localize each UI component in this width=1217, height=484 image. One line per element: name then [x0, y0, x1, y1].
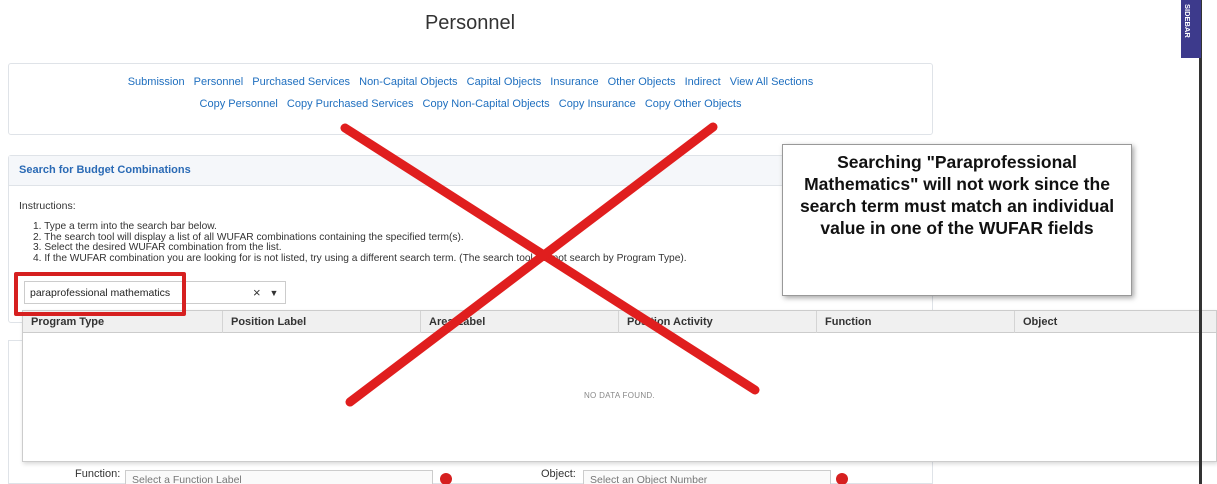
sidebar-tab-label[interactable]: SIDEBAR [1183, 4, 1192, 38]
section-nav-row-2: Copy Personnel Copy Purchased Services C… [9, 98, 932, 110]
nav-link-copy-personnel[interactable]: Copy Personnel [200, 98, 278, 110]
nav-link-indirect[interactable]: Indirect [685, 76, 721, 88]
no-data-message: NO DATA FOUND. [583, 391, 656, 400]
nav-link-copy-non-capital-objects[interactable]: Copy Non-Capital Objects [423, 98, 550, 110]
column-header-object[interactable]: Object [1015, 311, 1217, 333]
section-nav-panel: Submission Personnel Purchased Services … [8, 63, 933, 135]
object-select[interactable]: Select an Object Number [583, 470, 831, 484]
instructions-label: Instructions: [19, 200, 76, 212]
nav-link-purchased-services[interactable]: Purchased Services [252, 76, 350, 88]
nav-link-submission[interactable]: Submission [128, 76, 185, 88]
clear-icon[interactable]: × [253, 285, 261, 300]
section-nav-row-1: Submission Personnel Purchased Services … [9, 76, 932, 88]
dropdown-arrow-icon[interactable]: ▼ [263, 283, 285, 303]
nav-link-capital-objects[interactable]: Capital Objects [467, 76, 542, 88]
object-label: Object: [541, 468, 576, 480]
function-label: Function: [75, 468, 121, 480]
required-indicator-icon [836, 473, 848, 484]
results-dropdown: Program Type Position Label Area Label P… [22, 310, 1217, 462]
nav-link-non-capital-objects[interactable]: Non-Capital Objects [359, 76, 457, 88]
nav-link-view-all-sections[interactable]: View All Sections [730, 76, 814, 88]
nav-link-copy-insurance[interactable]: Copy Insurance [559, 98, 636, 110]
nav-link-insurance[interactable]: Insurance [550, 76, 598, 88]
nav-link-personnel[interactable]: Personnel [194, 76, 244, 88]
instruction-item: 4. If the WUFAR combination you are look… [33, 252, 687, 264]
nav-link-copy-other-objects[interactable]: Copy Other Objects [645, 98, 742, 110]
instruction-item: 1. Type a term into the search bar below… [33, 221, 217, 232]
column-header-area-label[interactable]: Area Label [421, 311, 619, 333]
annotation-callout: Searching "Paraprofessional Mathematics"… [782, 144, 1132, 296]
nav-link-copy-purchased-services[interactable]: Copy Purchased Services [287, 98, 414, 110]
column-header-position-activity[interactable]: Position Activity [619, 311, 817, 333]
instruction-item: 3. Select the desired WUFAR combination … [33, 242, 282, 253]
column-header-position-label[interactable]: Position Label [223, 311, 421, 333]
page-title: Personnel [424, 12, 516, 34]
search-highlight-annotation [14, 272, 186, 316]
window-edge-divider [1199, 0, 1202, 484]
function-select[interactable]: Select a Function Label [125, 470, 433, 484]
nav-link-other-objects[interactable]: Other Objects [608, 76, 676, 88]
instructions-list: 1. Type a term into the search bar below… [33, 221, 687, 264]
column-header-function[interactable]: Function [817, 311, 1015, 333]
required-indicator-icon [440, 473, 452, 484]
results-header-row: Program Type Position Label Area Label P… [23, 311, 1216, 333]
